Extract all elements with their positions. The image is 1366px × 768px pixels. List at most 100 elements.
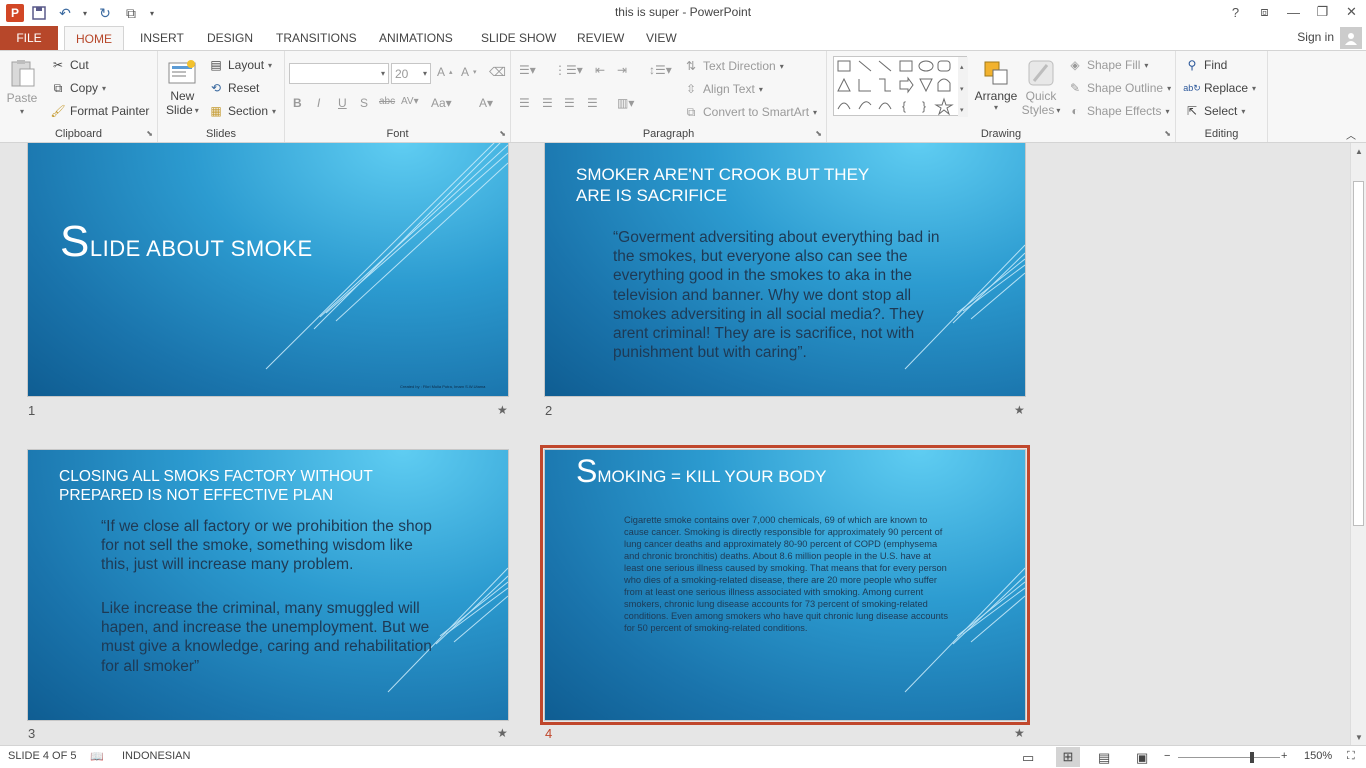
paste-button[interactable]: Paste ▾: [6, 57, 38, 116]
underline-icon[interactable]: U: [338, 96, 347, 110]
align-right-icon[interactable]: ☰: [564, 96, 575, 110]
shape-effects-button[interactable]: ◐ Shape Effects ▾: [1067, 103, 1169, 119]
restore-button[interactable]: ❐: [1308, 0, 1337, 24]
slide-thumbnail-3[interactable]: CLOSING ALL SMOKS FACTORY WITHOUT PREPAR…: [27, 449, 509, 721]
slide-3-transition-icon[interactable]: ★: [497, 726, 508, 740]
tab-slide-show[interactable]: SLIDE SHOW: [481, 26, 556, 50]
slide-thumbnail-4[interactable]: SMOKING = KILL YOUR BODY Cigarette smoke…: [540, 445, 1030, 725]
ribbon-display-options-icon[interactable]: ⧈: [1250, 0, 1279, 24]
copy-button[interactable]: ⧉ Copy ▾: [50, 80, 106, 96]
select-button[interactable]: ⇱ Select ▾: [1184, 103, 1245, 119]
copy-icon: ⧉: [53, 80, 63, 95]
slide-sorter-view-icon[interactable]: ⊞: [1056, 747, 1080, 767]
replace-button[interactable]: ab↻ Replace ▾: [1183, 80, 1257, 96]
drawing-launcher-icon[interactable]: ⬊: [1164, 129, 1171, 138]
zoom-slider[interactable]: [1178, 752, 1280, 763]
tab-transitions[interactable]: TRANSITIONS: [276, 26, 357, 50]
normal-view-icon[interactable]: ▭: [1022, 750, 1034, 766]
increase-indent-icon[interactable]: ⇥: [617, 63, 627, 77]
slide-show-view-icon[interactable]: ▣: [1136, 750, 1148, 766]
tab-view[interactable]: VIEW: [646, 26, 677, 50]
slide-indicator[interactable]: SLIDE 4 OF 5: [8, 750, 76, 762]
find-button[interactable]: ⚲ Find: [1184, 57, 1228, 73]
align-left-icon[interactable]: ☰: [519, 96, 530, 110]
avatar[interactable]: [1340, 27, 1362, 49]
scroll-up-icon[interactable]: ▲: [1351, 143, 1366, 159]
strikethrough-icon[interactable]: abc: [379, 96, 395, 107]
paragraph-launcher-icon[interactable]: ⬊: [815, 129, 822, 138]
font-launcher-icon[interactable]: ⬊: [499, 129, 506, 138]
center-icon[interactable]: ☰: [542, 96, 553, 110]
clear-formatting-icon[interactable]: ⌫: [489, 65, 506, 79]
slide-1-transition-icon[interactable]: ★: [497, 403, 508, 417]
paragraph-group: ☰▾ ⋮☰▾ ⇤ ⇥ ↕☰▾ ⇅ Text Direction ▾ ⇳ Alig…: [511, 51, 827, 142]
tab-animations[interactable]: ANIMATIONS: [379, 26, 453, 50]
minimize-button[interactable]: —: [1279, 0, 1308, 24]
status-bar: SLIDE 4 OF 5 📖 INDONESIAN ▭ ⊞ ▤ ▣ − + 15…: [0, 745, 1366, 768]
arrange-button[interactable]: Arrange ▾: [975, 57, 1017, 112]
slide-4-transition-icon[interactable]: ★: [1014, 726, 1025, 740]
replace-dropdown-icon: ▾: [1252, 83, 1257, 93]
decrease-indent-icon[interactable]: ⇤: [595, 63, 605, 77]
zoom-level[interactable]: 150%: [1304, 750, 1332, 762]
zoom-slider-thumb[interactable]: [1250, 752, 1254, 763]
tab-file[interactable]: FILE: [0, 26, 58, 50]
section-button[interactable]: ▦ Section ▾: [208, 103, 276, 119]
convert-smartart-button[interactable]: ⧉ Convert to SmartArt ▾: [683, 104, 817, 120]
zoom-out-icon[interactable]: −: [1164, 750, 1170, 762]
tab-review[interactable]: REVIEW: [577, 26, 624, 50]
font-name-combobox[interactable]: ▾: [289, 63, 389, 84]
ribbon: Paste ▾ ✂ Cut ⧉ Copy ▾ 🖌 Format Painter …: [0, 50, 1366, 143]
text-shadow-icon[interactable]: S: [360, 96, 368, 110]
quick-styles-button[interactable]: Quick Styles ▾: [1021, 57, 1061, 117]
tab-design[interactable]: DESIGN: [207, 26, 253, 50]
language-indicator[interactable]: INDONESIAN: [122, 750, 190, 762]
spell-check-icon[interactable]: 📖: [90, 750, 104, 763]
sign-in-link[interactable]: Sign in: [1297, 30, 1334, 44]
bullets-icon[interactable]: ☰▾: [519, 63, 536, 77]
zoom-in-icon[interactable]: +: [1281, 750, 1287, 762]
columns-icon[interactable]: ▥▾: [617, 96, 634, 110]
shrink-font-icon[interactable]: A ▾: [461, 65, 477, 79]
format-painter-button[interactable]: 🖌 Format Painter: [50, 103, 149, 119]
new-slide-button[interactable]: New Slide ▾: [166, 57, 199, 117]
line-spacing-icon[interactable]: ↕☰▾: [649, 63, 672, 77]
reset-icon: ⟲: [210, 81, 222, 95]
shape-outline-button[interactable]: ✎ Shape Outline ▾: [1067, 80, 1171, 96]
numbering-icon[interactable]: ⋮☰▾: [554, 63, 583, 77]
slide-sorter[interactable]: SLIDE ABOUT SMOKE Created by : Fikri Mul…: [0, 143, 1350, 745]
character-spacing-icon[interactable]: AV▾: [401, 96, 419, 107]
paste-icon: [11, 60, 35, 87]
slide-thumbnail-1[interactable]: SLIDE ABOUT SMOKE Created by : Fikri Mul…: [27, 143, 509, 397]
replace-icon: ab↻: [1183, 82, 1201, 93]
vertical-scrollbar[interactable]: ▲ ▼: [1350, 143, 1366, 745]
text-direction-button[interactable]: ⇅ Text Direction ▾: [683, 58, 784, 74]
layout-button[interactable]: ▤ Layout ▾: [208, 57, 272, 73]
italic-icon[interactable]: I: [317, 96, 320, 110]
font-group: ▾ 20 ▾ A ▴ A ▾ ⌫ B I U S abc AV▾ Aa▾ A▾ Fo…: [285, 51, 511, 142]
slide-2-transition-icon[interactable]: ★: [1014, 403, 1025, 417]
bold-icon[interactable]: B: [293, 96, 302, 110]
scroll-down-icon[interactable]: ▼: [1351, 729, 1366, 745]
close-button[interactable]: ✕: [1337, 0, 1366, 24]
font-color-icon[interactable]: A▾: [479, 96, 493, 110]
slide-thumbnail-2[interactable]: SMOKER ARE'NT CROOK BUT THEY ARE IS SACR…: [544, 143, 1026, 397]
reset-button[interactable]: ⟲ Reset: [208, 80, 259, 96]
change-case-icon[interactable]: Aa▾: [431, 96, 452, 110]
slide-number-4: 4: [545, 726, 553, 741]
tab-insert[interactable]: INSERT: [140, 26, 184, 50]
collapse-ribbon-icon[interactable]: ︿: [1346, 127, 1356, 142]
cut-button[interactable]: ✂ Cut: [50, 57, 89, 73]
font-size-combobox[interactable]: 20 ▾: [391, 63, 431, 84]
help-button[interactable]: ?: [1221, 0, 1250, 24]
scrollbar-thumb[interactable]: [1353, 181, 1364, 526]
grow-font-icon[interactable]: A ▴: [437, 65, 453, 79]
shape-fill-button[interactable]: ◈ Shape Fill ▾: [1067, 57, 1148, 73]
clipboard-launcher-icon[interactable]: ⬊: [146, 129, 153, 138]
align-text-button[interactable]: ⇳ Align Text ▾: [683, 81, 763, 97]
reading-view-icon[interactable]: ▤: [1098, 750, 1110, 766]
tab-home[interactable]: HOME: [64, 26, 124, 50]
shapes-gallery[interactable]: {} ▴ ▾ ▾: [833, 56, 968, 117]
justify-icon[interactable]: ☰: [587, 96, 598, 110]
fit-to-window-icon[interactable]: ⛶: [1347, 750, 1355, 763]
